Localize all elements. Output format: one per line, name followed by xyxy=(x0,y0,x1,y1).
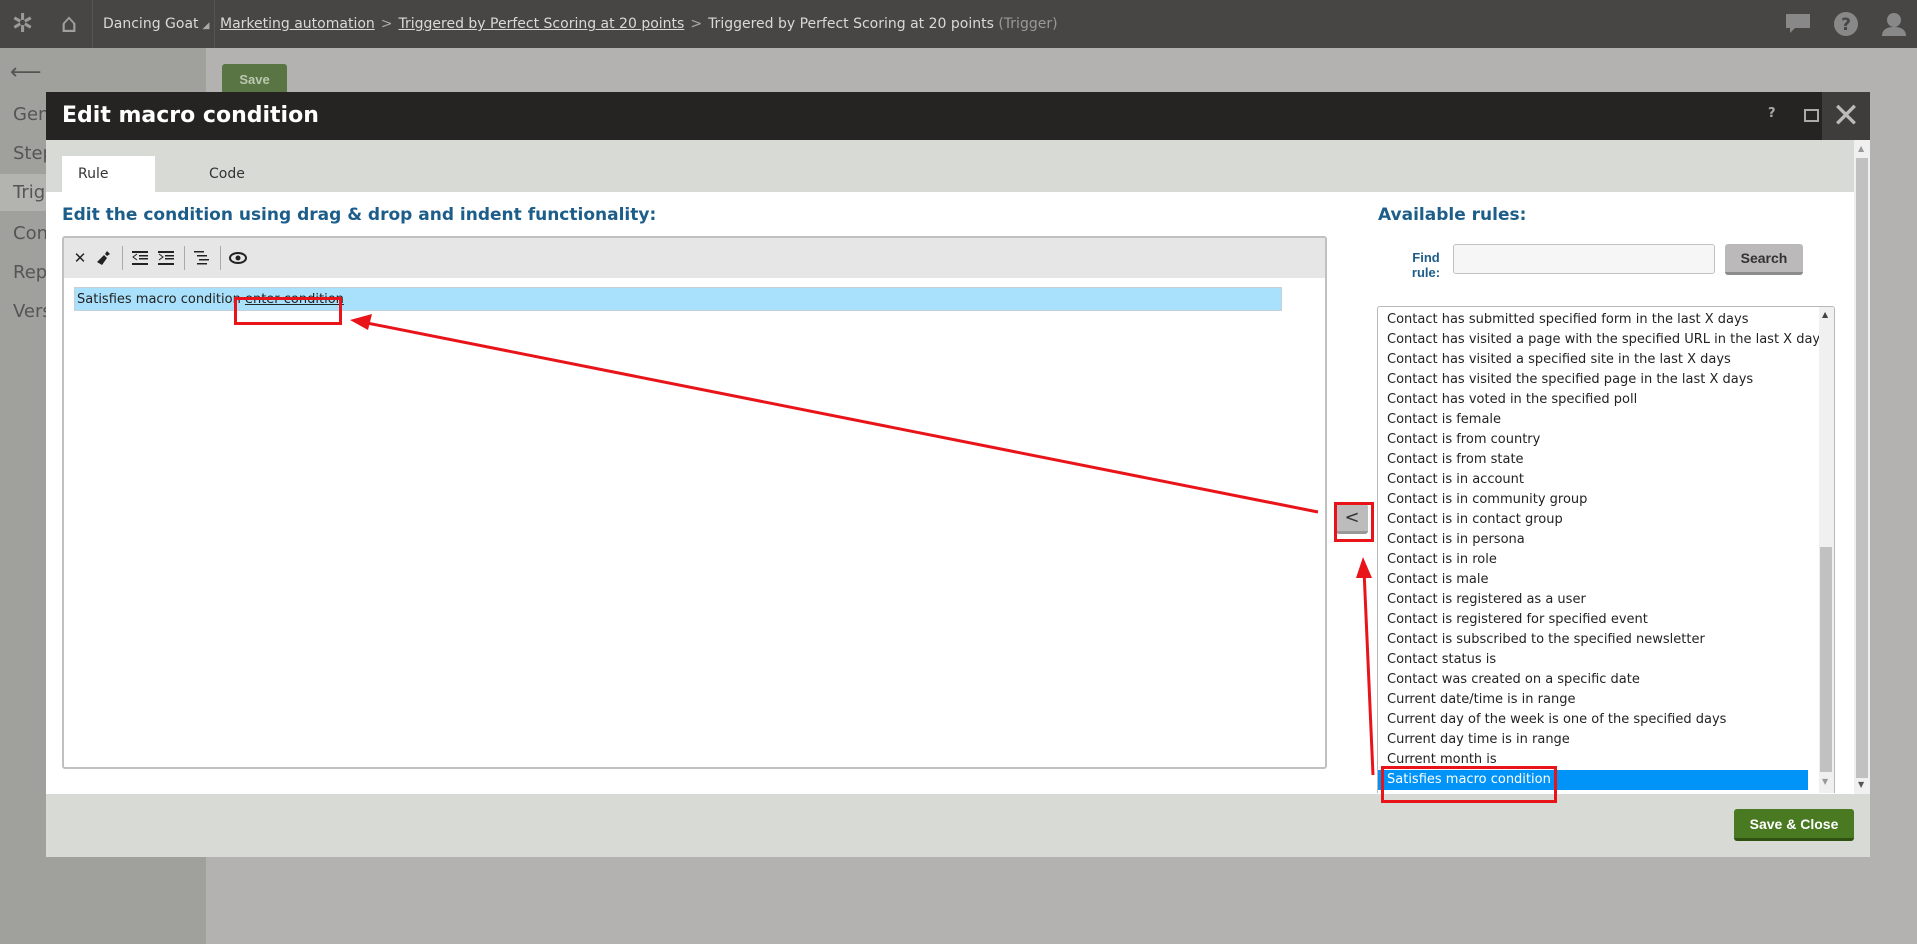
dropdown-triangle-icon: ◢ xyxy=(202,21,210,31)
breadcrumb: Marketing automation > Triggered by Perfec… xyxy=(220,0,1058,48)
rule-list-item[interactable]: Current day of the week is one of the sp… xyxy=(1378,710,1808,730)
dialog-help-icon[interactable]: ? xyxy=(1768,106,1776,121)
top-header: ✲ ⌂ Dancing Goat ◢ Marketing automation > T… xyxy=(0,0,1917,48)
find-rule-input[interactable] xyxy=(1453,244,1715,274)
toolbar-separator xyxy=(220,246,221,270)
editor-toolbar: ✕ xyxy=(64,238,1325,278)
maximize-icon[interactable] xyxy=(1804,109,1819,122)
rule-list-item[interactable]: Contact has visited a specified site in … xyxy=(1378,350,1808,370)
rule-list-item[interactable]: Contact is in contact group xyxy=(1378,510,1808,530)
rule-list-item[interactable]: Contact is in persona xyxy=(1378,530,1808,550)
tab-rule-designer[interactable]: Rule designer xyxy=(62,156,155,218)
tab-code[interactable]: Code xyxy=(193,156,261,192)
annotation-highlight-enter-condition xyxy=(234,297,342,325)
back-arrow-icon[interactable]: ⟵ xyxy=(10,60,42,85)
available-rules-list[interactable]: Contact has submitted specified form in … xyxy=(1377,306,1835,793)
delete-icon[interactable]: ✕ xyxy=(70,248,90,268)
breadcrumb-process[interactable]: Triggered by Perfect Scoring at 20 point… xyxy=(399,16,685,32)
breadcrumb-suffix: (Trigger) xyxy=(998,16,1058,32)
save-and-close-button[interactable]: Save & Close xyxy=(1734,809,1854,841)
unindent-icon[interactable] xyxy=(130,248,150,268)
scroll-up-icon[interactable]: ▲ xyxy=(1822,310,1828,319)
breadcrumb-current: Triggered by Perfect Scoring at 20 point… xyxy=(708,16,994,32)
condition-text: Satisfies macro condition xyxy=(77,292,241,307)
search-button[interactable]: Search xyxy=(1725,244,1803,275)
home-icon[interactable]: ⌂ xyxy=(46,0,93,48)
scrollbar-thumb[interactable] xyxy=(1856,158,1868,778)
breadcrumb-separator: > xyxy=(380,16,393,32)
available-rules-heading: Available rules: xyxy=(1378,205,1527,225)
rule-list-item[interactable]: Current date/time is in range xyxy=(1378,690,1808,710)
annotation-highlight-selected-rule xyxy=(1381,766,1557,803)
rule-list-item[interactable]: Contact is from country xyxy=(1378,430,1808,450)
rule-list-item[interactable]: Contact is from state xyxy=(1378,450,1808,470)
user-icon[interactable] xyxy=(1880,10,1908,38)
svg-text:?: ? xyxy=(1841,15,1851,35)
auto-indent-icon[interactable] xyxy=(192,248,212,268)
rule-list-item[interactable]: Contact has voted in the specified poll xyxy=(1378,390,1808,410)
annotation-highlight-add-button xyxy=(1334,502,1374,542)
rule-list-item[interactable]: Contact was created on a specific date xyxy=(1378,670,1808,690)
editor-heading: Edit the condition using drag & drop and… xyxy=(62,205,657,225)
scroll-down-icon[interactable]: ▼ xyxy=(1822,777,1828,786)
rule-list-item[interactable]: Contact has visited a page with the spec… xyxy=(1378,330,1827,350)
rule-list-item[interactable]: Contact is in account xyxy=(1378,470,1808,490)
rule-list-item[interactable]: Contact is female xyxy=(1378,410,1808,430)
site-name: Dancing Goat xyxy=(103,16,199,32)
close-icon[interactable]: ✕ xyxy=(1822,92,1870,140)
rule-list-item[interactable]: Contact is in community group xyxy=(1378,490,1808,510)
breadcrumb-marketing-automation[interactable]: Marketing automation xyxy=(220,16,375,32)
site-selector[interactable]: Dancing Goat ◢ xyxy=(103,0,209,48)
dialog-title: Edit macro condition xyxy=(62,103,319,128)
find-rule-label: Find rule: xyxy=(1411,250,1441,280)
rule-list-item[interactable]: Contact is in role xyxy=(1378,550,1808,570)
toolbar-separator xyxy=(184,246,185,270)
rule-list-item[interactable]: Contact is registered for specified even… xyxy=(1378,610,1808,630)
toolbar-separator xyxy=(122,246,123,270)
rule-list-item[interactable]: Contact has submitted specified form in … xyxy=(1378,310,1808,330)
breadcrumb-separator: > xyxy=(690,16,703,32)
kentico-logo-icon[interactable]: ✲ xyxy=(0,0,45,48)
dialog-header: Edit macro condition ? ✕ xyxy=(46,92,1870,140)
rules-items: Contact has submitted specified form in … xyxy=(1378,310,1827,790)
scroll-up-icon[interactable]: ▲ xyxy=(1858,144,1864,153)
rule-list-item[interactable]: Contact status is xyxy=(1378,650,1808,670)
edit-macro-condition-dialog: Edit macro condition ? ✕ Rule designer C… xyxy=(46,92,1870,857)
indent-icon[interactable] xyxy=(156,248,176,268)
chat-icon[interactable] xyxy=(1784,10,1812,38)
rule-list-item[interactable]: Current day time is in range xyxy=(1378,730,1808,750)
page-save-button[interactable]: Save xyxy=(222,64,287,94)
header-divider xyxy=(214,0,215,48)
rules-list-scrollbar[interactable]: ▲ ▼ xyxy=(1819,307,1834,793)
scroll-down-icon[interactable]: ▼ xyxy=(1858,780,1864,789)
clear-icon[interactable] xyxy=(94,248,114,268)
rule-list-item[interactable]: Contact is subscribed to the specified n… xyxy=(1378,630,1808,650)
help-icon[interactable]: ? xyxy=(1832,10,1860,38)
preview-icon[interactable] xyxy=(228,248,248,268)
rule-list-item[interactable]: Contact is male xyxy=(1378,570,1808,590)
rule-list-item[interactable]: Contact has visited the specified page i… xyxy=(1378,370,1808,390)
rule-list-item[interactable]: Contact is registered as a user xyxy=(1378,590,1808,610)
dialog-scrollbar[interactable]: ▲ ▼ xyxy=(1854,140,1870,794)
scrollbar-thumb[interactable] xyxy=(1820,547,1832,772)
